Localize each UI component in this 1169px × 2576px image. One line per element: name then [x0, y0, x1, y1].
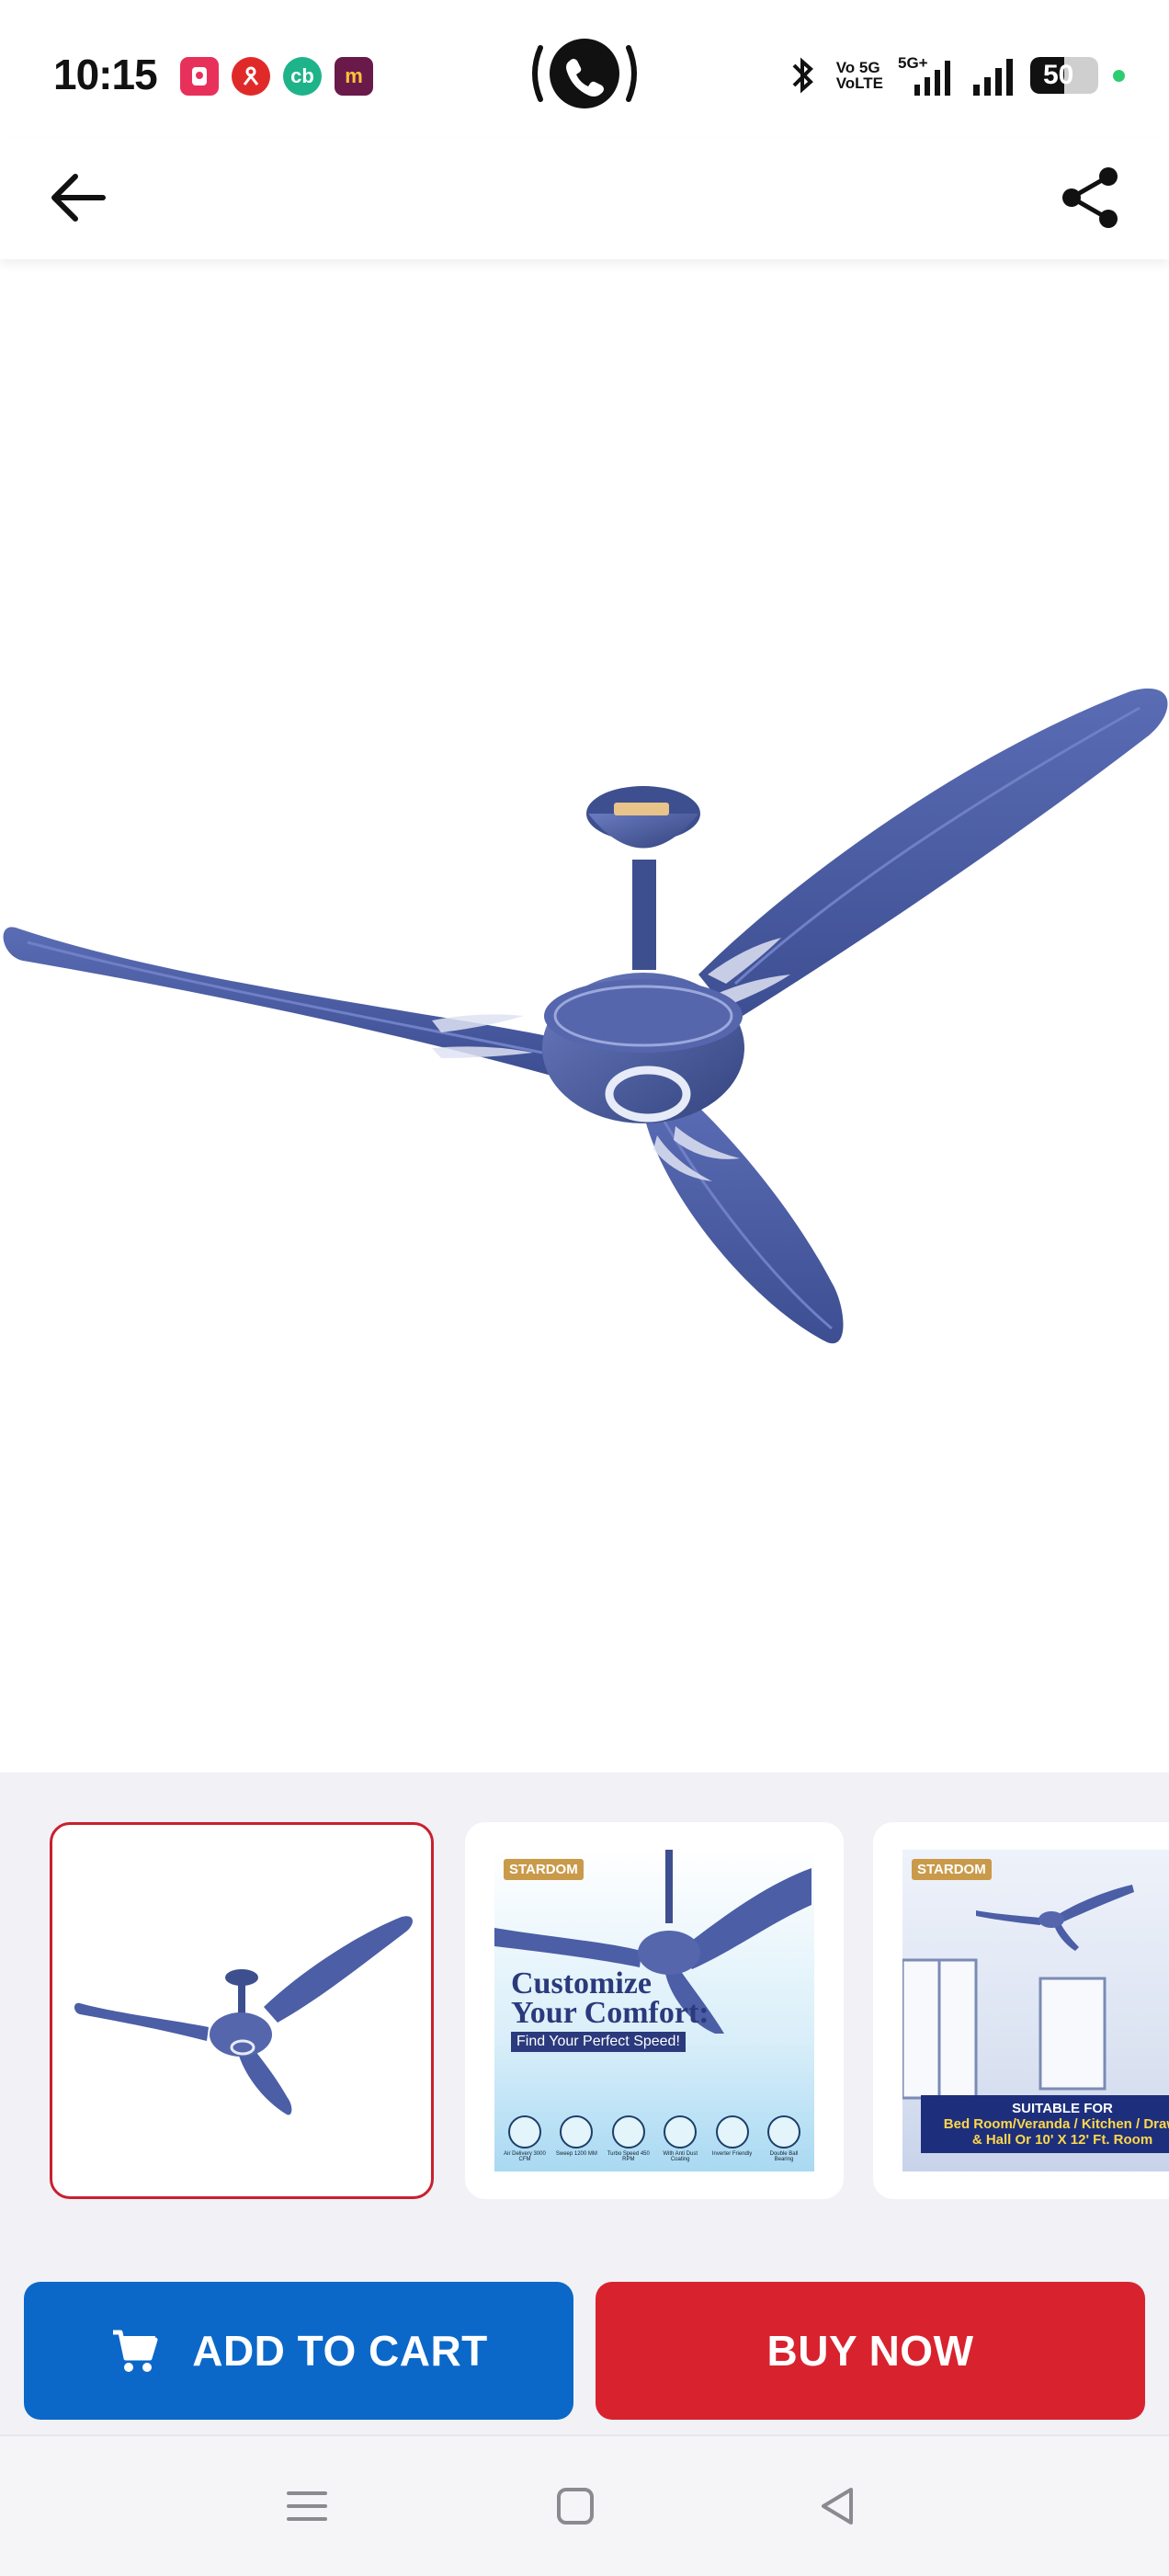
feature-inverter: Inverter Friendly — [709, 2115, 755, 2162]
status-time: 10:15 — [53, 51, 158, 98]
thumbnail-2-customize[interactable]: STARDOM Customize Your Comfort: Find You… — [465, 1822, 844, 2199]
app-header — [0, 138, 1169, 259]
system-status-icons: Vo 5G VoLTE 5G+ 50 — [785, 51, 1125, 99]
feature-label: Air Delivery 3000 CFM — [504, 2151, 546, 2162]
signal-icon — [973, 59, 1013, 96]
battery-level: 50 — [1043, 60, 1074, 90]
cb-app-label: cb — [290, 64, 314, 87]
thumbnail-3-rooms[interactable]: STARDOM SUITABLE FOR Bed Room/Veranda / … — [873, 1822, 1169, 2199]
purchase-actions: ADD TO CART BUY NOW — [0, 2280, 1169, 2434]
feature-anti-dust: With Anti Dust Coating — [657, 2115, 703, 2162]
share-icon — [1062, 167, 1118, 228]
fan-thumbnail-image — [74, 1916, 413, 2115]
cart-icon — [109, 2325, 161, 2377]
customize-title-line1: Customize — [511, 1966, 652, 2000]
system-back-button[interactable] — [809, 2477, 868, 2536]
customize-banner: STARDOM Customize Your Comfort: Find You… — [494, 1850, 814, 2171]
rooms-banner: STARDOM SUITABLE FOR Bed Room/Veranda / … — [902, 1850, 1169, 2171]
add-to-cart-label: ADD TO CART — [192, 2327, 488, 2375]
recent-apps-button[interactable] — [278, 2477, 336, 2536]
bluetooth-icon — [792, 57, 813, 94]
volte-indicator: Vo 5G VoLTE — [836, 60, 883, 91]
notification-app-icons: cb m — [180, 57, 373, 96]
feature-air-delivery: Air Delivery 3000 CFM — [502, 2115, 548, 2162]
menu-icon — [287, 2491, 327, 2521]
thumbnail-1-fan[interactable] — [50, 1822, 434, 2199]
feature-ball-bearing: Double Ball Bearing — [761, 2115, 807, 2162]
mandra-app-label: m — [345, 64, 363, 87]
feature-label: Turbo Speed 450 RPM — [607, 2151, 650, 2162]
status-bar: 10:15 cb m Vo 5G VoLTE 5G+ 50 — [0, 0, 1169, 147]
customize-title: Customize Your Comfort: — [511, 1966, 709, 2030]
cb-app-icon: cb — [283, 57, 322, 96]
mandra-app-icon: m — [335, 57, 373, 96]
system-navigation-bar — [0, 2434, 1169, 2576]
buy-now-label: BUY NOW — [766, 2327, 974, 2375]
rooms-line-2: & Hall Or 10' X 12' Ft. Room — [971, 2132, 1153, 2148]
phone-call-icon[interactable] — [528, 37, 641, 110]
ceiling-fan-image — [3, 688, 1168, 1344]
thumbnail-carousel[interactable]: STARDOM Customize Your Comfort: Find You… — [0, 1772, 1169, 2280]
feature-label: Sweep 1200 MM — [555, 2151, 597, 2157]
arrow-left-icon — [51, 174, 106, 222]
privacy-dot-icon — [1113, 69, 1125, 82]
back-triangle-icon — [822, 2488, 853, 2525]
person-app-icon — [232, 57, 270, 96]
customize-title-line2: Your Comfort: — [511, 1996, 709, 2030]
product-image[interactable] — [0, 259, 1169, 1772]
feature-label: With Anti Dust Coating — [663, 2151, 698, 2162]
buy-now-button[interactable]: BUY NOW — [596, 2282, 1145, 2420]
rooms-line-1: Bed Room/Veranda / Kitchen / Drawi — [943, 2116, 1169, 2132]
add-to-cart-button[interactable]: ADD TO CART — [24, 2282, 573, 2420]
suitable-for-banner: SUITABLE FOR Bed Room/Veranda / Kitchen … — [921, 2095, 1169, 2153]
home-square-icon — [557, 2488, 594, 2525]
signal-5g-icon: 5G+ — [898, 54, 950, 96]
signal-5g-label: 5G+ — [898, 54, 928, 72]
vo5g-label: Vo 5G — [835, 59, 880, 76]
feature-sweep: Sweep 1200 MM — [553, 2115, 599, 2162]
volte-label: VoLTE — [835, 74, 883, 92]
snapdeal-app-icon — [180, 57, 219, 96]
share-button[interactable] — [1050, 156, 1132, 239]
feature-turbo-speed: Turbo Speed 450 RPM — [606, 2115, 652, 2162]
feature-icons-row: Air Delivery 3000 CFM Sweep 1200 MM Turb… — [502, 2115, 807, 2162]
feature-label: Double Ball Bearing — [769, 2151, 799, 2162]
feature-label: Inverter Friendly — [711, 2151, 753, 2157]
home-button[interactable] — [546, 2477, 605, 2536]
back-button[interactable] — [37, 156, 119, 239]
suitable-for-label: SUITABLE FOR — [1012, 2101, 1113, 2116]
battery-indicator: 50 — [1030, 57, 1098, 94]
customize-tagline: Find Your Perfect Speed! — [511, 2032, 686, 2052]
